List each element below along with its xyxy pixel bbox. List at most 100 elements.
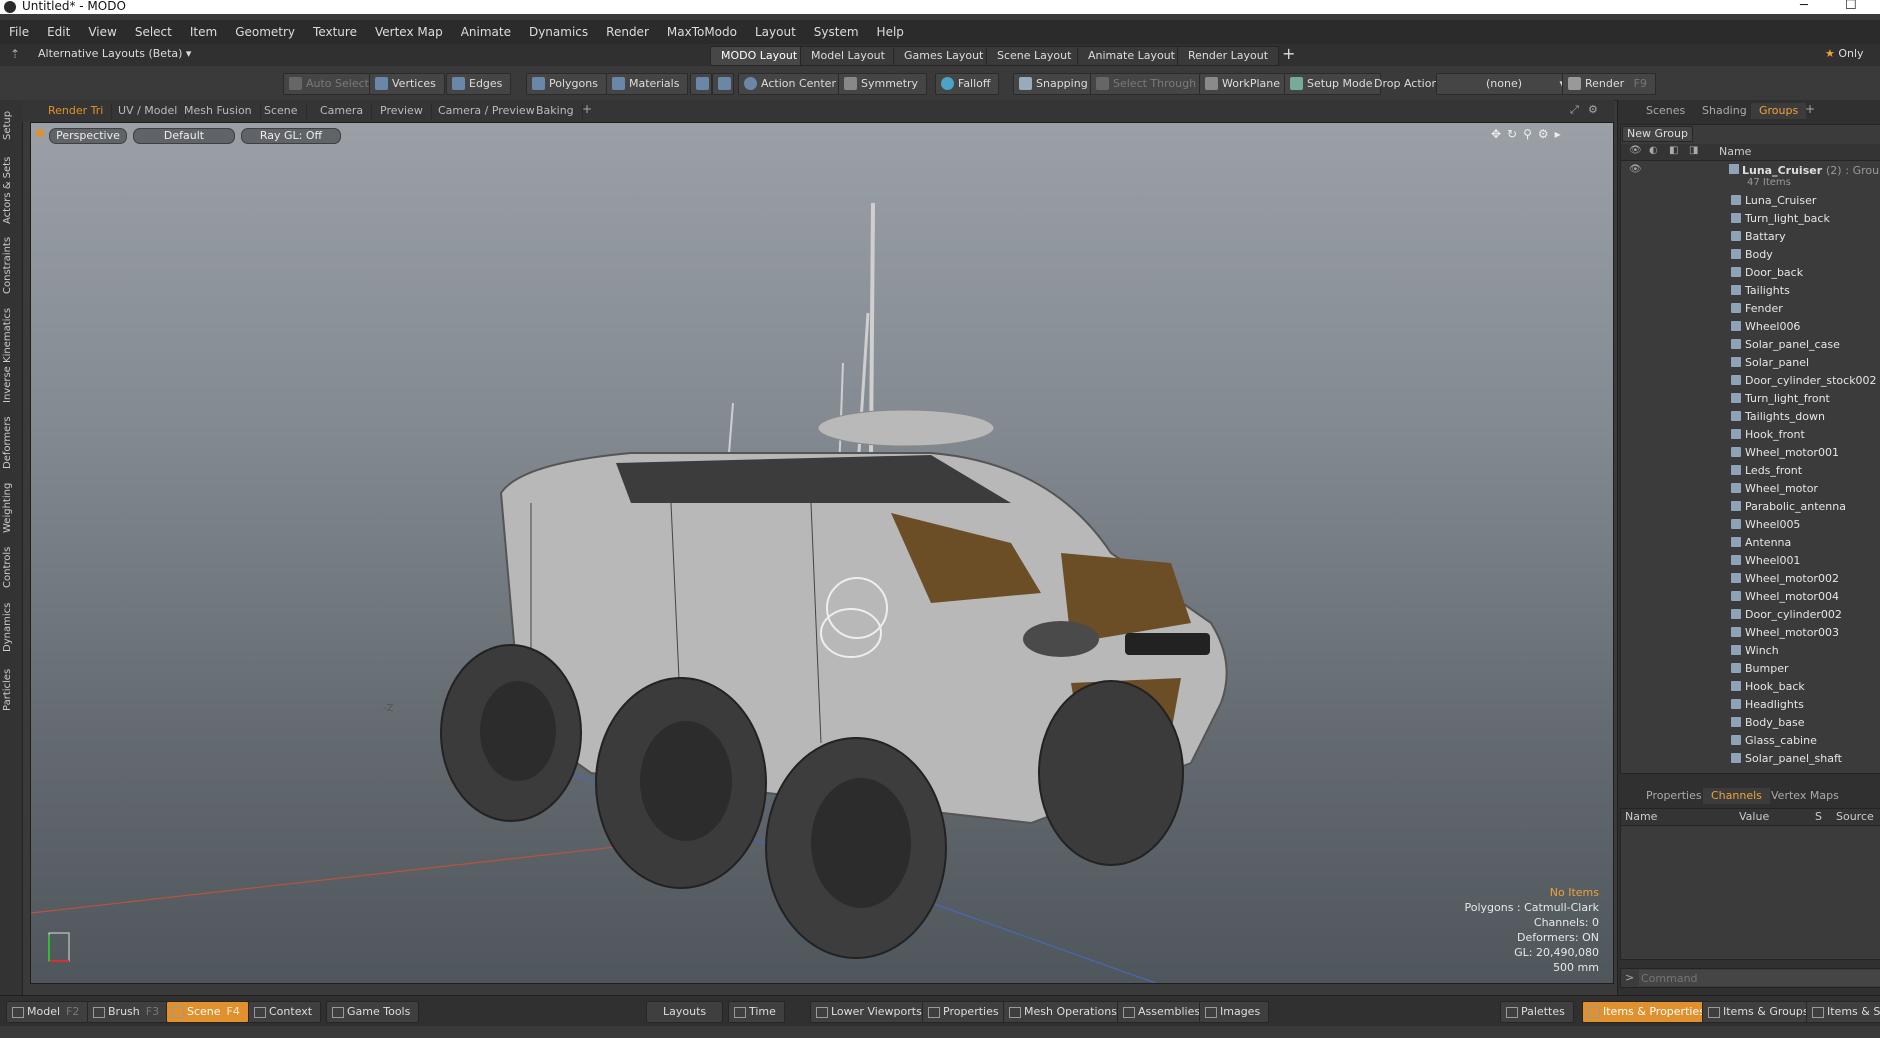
- vtab-inverse-kinematics[interactable]: Inverse Kinematics: [2, 305, 20, 405]
- menu-geometry[interactable]: Geometry: [226, 25, 304, 39]
- tab-animate-layout[interactable]: Animate Layout: [1077, 46, 1186, 66]
- 3d-viewport[interactable]: Perspective Default Ray GL: Off ✥↻⚲⚙▸ -Z…: [30, 122, 1614, 984]
- images-button[interactable]: Images: [1199, 1001, 1270, 1023]
- group-tree-item[interactable]: Tailights: [1731, 282, 1790, 300]
- menu-item[interactable]: Item: [181, 25, 226, 39]
- menu-system[interactable]: System: [805, 25, 868, 39]
- workplane-button[interactable]: WorkPlane: [1199, 73, 1290, 95]
- group-tree-item[interactable]: Wheel_motor003: [1731, 624, 1839, 642]
- tab-camera-preview[interactable]: Camera / Preview: [430, 103, 544, 119]
- group-tree-item[interactable]: Winch: [1731, 642, 1779, 660]
- edges-button[interactable]: Edges: [446, 73, 512, 95]
- vtab-actors-sets[interactable]: Actors & Sets: [2, 155, 20, 225]
- tab-model-layout[interactable]: Model Layout: [800, 46, 896, 66]
- minimize-button[interactable]: ─: [1800, 0, 1808, 13]
- command-input[interactable]: [1639, 970, 1880, 986]
- tab-scene-layout[interactable]: Scene Layout: [986, 46, 1083, 66]
- group-tree-item[interactable]: Turn_light_back: [1731, 210, 1830, 228]
- tab-properties[interactable]: Properties: [1638, 788, 1710, 804]
- group-tree-item[interactable]: Door_cylinder_stock002: [1731, 372, 1877, 390]
- group-tree-item[interactable]: Wheel_motor004: [1731, 588, 1839, 606]
- polygons-button[interactable]: Polygons: [526, 73, 607, 95]
- visibility-eye-icon[interactable]: 👁: [1629, 145, 1642, 156]
- menu-file[interactable]: File: [0, 25, 38, 39]
- tab-scenes[interactable]: Scenes: [1638, 103, 1693, 119]
- eye-icon[interactable]: 👁: [1629, 164, 1642, 175]
- tab-mesh-fusion[interactable]: Mesh Fusion: [176, 103, 261, 119]
- render-button[interactable]: Render F9: [1562, 73, 1656, 95]
- menu-animate[interactable]: Animate: [452, 25, 520, 39]
- group-tree-item[interactable]: Hook_back: [1731, 678, 1805, 696]
- menu-view[interactable]: View: [79, 25, 125, 39]
- group-tree-item[interactable]: Headlights: [1731, 696, 1804, 714]
- tab-camera[interactable]: Camera: [312, 103, 373, 119]
- materials-button[interactable]: Materials: [606, 73, 689, 95]
- menu-select[interactable]: Select: [126, 25, 181, 39]
- only-toggle[interactable]: ★ Only: [1825, 47, 1864, 60]
- tab-render-tri[interactable]: Render Tri: [40, 103, 113, 119]
- select-through-button[interactable]: Select Through: [1090, 73, 1206, 95]
- tab-modo-layout[interactable]: MODO Layout: [710, 46, 809, 66]
- viewport-maximize-icon[interactable]: ⤢: [1570, 103, 1579, 117]
- group-tree-item[interactable]: Fender: [1731, 300, 1783, 318]
- model-button[interactable]: Model F2: [6, 1001, 89, 1023]
- menu-edit[interactable]: Edit: [38, 25, 79, 39]
- assemblies-button[interactable]: Assemblies: [1117, 1001, 1210, 1023]
- add-panel-tab-button[interactable]: +: [1805, 102, 1815, 116]
- context-button[interactable]: Context: [248, 1001, 322, 1023]
- falloff-button[interactable]: Falloff: [935, 73, 1000, 95]
- auto-select-button[interactable]: Auto Select: [283, 73, 378, 95]
- tab-shading[interactable]: Shading: [1694, 103, 1755, 119]
- group-tree-item[interactable]: Turn_light_front: [1731, 390, 1830, 408]
- action-center-button[interactable]: Action Center: [738, 73, 845, 95]
- element-mode-button[interactable]: [690, 73, 712, 95]
- group-tree-item[interactable]: Tailights_down: [1731, 408, 1825, 426]
- select-column-icon[interactable]: ◨: [1689, 145, 1698, 156]
- menu-render[interactable]: Render: [597, 25, 658, 39]
- menu-layout[interactable]: Layout: [746, 25, 805, 39]
- menu-dynamics[interactable]: Dynamics: [520, 25, 597, 39]
- new-group-button[interactable]: New Group: [1622, 126, 1693, 142]
- group-tree-item[interactable]: Solar_panel_case: [1731, 336, 1840, 354]
- group-tree-item[interactable]: Body_base: [1731, 714, 1805, 732]
- vtab-controls[interactable]: Controls: [2, 545, 20, 590]
- drop-action-select[interactable]: (none)▾: [1436, 73, 1572, 95]
- viewport-settings-icon[interactable]: ⚙: [1588, 103, 1598, 116]
- group-tree-item[interactable]: Wheel001: [1731, 552, 1800, 570]
- tab-baking[interactable]: Baking: [528, 103, 583, 119]
- scene-button[interactable]: Scene F4: [166, 1001, 249, 1023]
- items-groups-button[interactable]: Items & Groups: [1702, 1001, 1818, 1023]
- vtab-setup[interactable]: Setup: [2, 105, 20, 145]
- setup-mode-button[interactable]: Setup Mode: [1284, 73, 1382, 95]
- tab-vertex-maps[interactable]: Vertex Maps: [1763, 788, 1847, 804]
- item-mode-button[interactable]: [712, 73, 734, 95]
- vtab-particles[interactable]: Particles: [2, 665, 20, 715]
- group-tree-item[interactable]: Body: [1731, 246, 1773, 264]
- menu-maxtomodo[interactable]: MaxToModo: [658, 25, 746, 39]
- properties-button[interactable]: Properties: [922, 1001, 1008, 1023]
- group-tree-item[interactable]: Wheel_motor: [1731, 480, 1818, 498]
- vtab-constraints[interactable]: Constraints: [2, 235, 20, 295]
- lock-column-icon[interactable]: ◧: [1669, 145, 1678, 156]
- maximize-button[interactable]: ☐: [1845, 0, 1857, 13]
- group-tree-item[interactable]: Wheel005: [1731, 516, 1800, 534]
- tab-groups[interactable]: Groups: [1751, 103, 1807, 119]
- time-button[interactable]: Time: [728, 1001, 785, 1023]
- tab-channels[interactable]: Channels: [1703, 788, 1770, 804]
- group-tree-item[interactable]: Wheel006: [1731, 318, 1800, 336]
- group-tree-item[interactable]: Antenna: [1731, 534, 1791, 552]
- menu-vertex-map[interactable]: Vertex Map: [366, 25, 452, 39]
- add-layout-button[interactable]: +: [1282, 44, 1295, 63]
- group-tree-item[interactable]: Solar_panel_shaft: [1731, 750, 1842, 768]
- group-tree-item[interactable]: Leds_front: [1731, 462, 1802, 480]
- lower-viewports-button[interactable]: Lower Viewports: [810, 1001, 931, 1023]
- game-tools-button[interactable]: Game Tools: [326, 1001, 420, 1023]
- tab-games-layout[interactable]: Games Layout: [893, 46, 995, 66]
- tab-scene[interactable]: Scene: [256, 103, 307, 119]
- group-tree-item[interactable]: Wheel_motor002: [1731, 570, 1839, 588]
- group-tree-item[interactable]: Luna_Cruiser: [1731, 192, 1816, 210]
- group-tree-item[interactable]: Hook_front: [1731, 426, 1805, 444]
- group-tree-item[interactable]: Bumper: [1731, 660, 1789, 678]
- group-tree-item[interactable]: Door_cylinder002: [1731, 606, 1842, 624]
- group-tree-item[interactable]: Battary: [1731, 228, 1786, 246]
